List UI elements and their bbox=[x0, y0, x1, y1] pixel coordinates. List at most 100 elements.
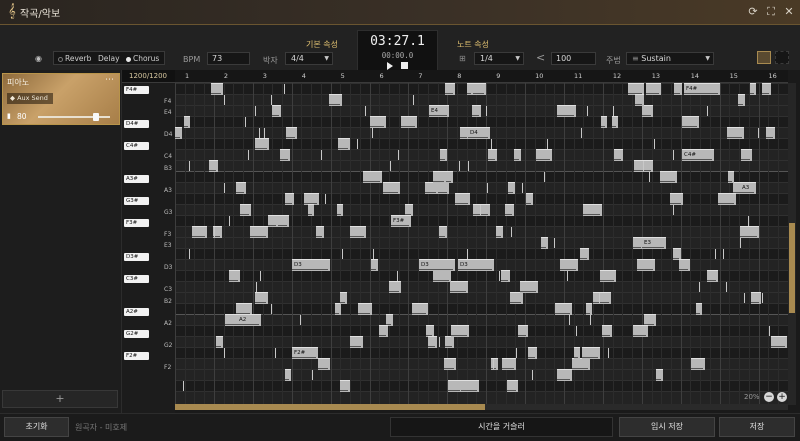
note-tick[interactable] bbox=[544, 172, 545, 182]
note-block[interactable] bbox=[216, 336, 223, 348]
note-tick[interactable] bbox=[547, 139, 548, 149]
note-tick[interactable] bbox=[224, 183, 225, 193]
black-key[interactable]: G3# bbox=[124, 197, 149, 205]
note-block[interactable]: A3 bbox=[740, 182, 756, 194]
note-block[interactable] bbox=[433, 270, 451, 282]
note-block[interactable] bbox=[455, 193, 470, 205]
vertical-scroll-thumb[interactable] bbox=[789, 223, 795, 313]
note-block[interactable] bbox=[412, 303, 428, 315]
black-key[interactable]: D3# bbox=[124, 252, 149, 261]
note-tick[interactable] bbox=[259, 128, 260, 138]
note-tick[interactable] bbox=[726, 282, 727, 292]
temp-save-button[interactable]: 임시 저장 bbox=[619, 417, 715, 437]
note-block[interactable] bbox=[691, 358, 705, 370]
note-block[interactable] bbox=[401, 116, 417, 128]
note-block[interactable]: D3 bbox=[292, 259, 330, 271]
note-block[interactable] bbox=[350, 226, 366, 238]
note-tick[interactable] bbox=[271, 95, 272, 105]
note-tick[interactable] bbox=[397, 271, 398, 281]
note-block[interactable] bbox=[520, 281, 538, 293]
note-tick[interactable] bbox=[699, 282, 700, 292]
play-icon[interactable] bbox=[387, 62, 393, 70]
note-block[interactable] bbox=[461, 380, 479, 392]
note-tick[interactable] bbox=[229, 216, 230, 226]
eye-icon[interactable]: ◉ bbox=[35, 54, 42, 63]
horizontal-scroll-thumb[interactable] bbox=[175, 404, 485, 410]
note-tick[interactable] bbox=[516, 348, 517, 358]
note-block[interactable] bbox=[278, 215, 289, 227]
note-tick[interactable] bbox=[487, 183, 488, 193]
pointer-tool-icon[interactable] bbox=[757, 51, 771, 64]
note-block[interactable] bbox=[738, 94, 745, 106]
note-block[interactable] bbox=[510, 292, 523, 304]
note-block[interactable] bbox=[560, 259, 578, 271]
note-block[interactable] bbox=[439, 226, 447, 238]
note-block[interactable] bbox=[635, 94, 644, 106]
note-block[interactable] bbox=[363, 171, 382, 183]
note-tick[interactable] bbox=[255, 106, 256, 116]
note-block[interactable] bbox=[444, 358, 456, 370]
note-tick[interactable] bbox=[189, 161, 190, 171]
note-tick[interactable] bbox=[357, 139, 358, 149]
note-block[interactable] bbox=[728, 171, 734, 183]
note-block[interactable] bbox=[371, 259, 378, 271]
note-tick[interactable] bbox=[439, 337, 440, 347]
note-tick[interactable] bbox=[762, 293, 763, 303]
reset-button[interactable]: 초기화 bbox=[4, 417, 69, 437]
note-tick[interactable] bbox=[554, 238, 555, 248]
stop-icon[interactable] bbox=[401, 62, 408, 69]
note-block[interactable] bbox=[557, 105, 576, 117]
note-block[interactable] bbox=[272, 105, 281, 117]
note-block[interactable] bbox=[338, 138, 350, 150]
note-block[interactable] bbox=[329, 94, 342, 106]
note-block[interactable]: D3 bbox=[458, 259, 494, 271]
note-block[interactable] bbox=[727, 127, 744, 139]
note-tick[interactable] bbox=[271, 304, 272, 314]
note-tick[interactable] bbox=[740, 238, 741, 248]
note-tick[interactable] bbox=[390, 161, 391, 171]
note-tick[interactable] bbox=[284, 84, 285, 94]
piano-roll-grid[interactable]: F4# C4# E4 D4 A3 F3# E3 D3 D3 D3 A2 F2# bbox=[175, 83, 788, 405]
note-block[interactable]: F4# bbox=[684, 83, 720, 95]
note-tick[interactable] bbox=[373, 249, 374, 259]
note-block[interactable] bbox=[451, 325, 469, 337]
note-tick[interactable] bbox=[183, 381, 184, 391]
note-block[interactable] bbox=[358, 303, 372, 315]
note-block[interactable] bbox=[379, 325, 388, 337]
note-block[interactable] bbox=[473, 83, 486, 95]
note-tick[interactable] bbox=[189, 249, 190, 259]
black-key[interactable]: F3# bbox=[124, 219, 149, 227]
note-block[interactable] bbox=[583, 204, 602, 216]
note-tick[interactable] bbox=[707, 106, 708, 116]
note-block[interactable] bbox=[285, 369, 291, 381]
note-tick[interactable] bbox=[715, 249, 716, 259]
note-block[interactable] bbox=[642, 105, 653, 117]
note-block[interactable] bbox=[674, 83, 682, 95]
reverb-radio[interactable] bbox=[58, 56, 63, 62]
note-block[interactable] bbox=[501, 270, 510, 282]
note-tick[interactable] bbox=[522, 183, 523, 193]
note-tick[interactable] bbox=[459, 161, 460, 171]
note-block[interactable] bbox=[718, 193, 736, 205]
note-block[interactable] bbox=[433, 171, 446, 183]
note-block[interactable] bbox=[285, 193, 294, 205]
note-tick[interactable] bbox=[673, 205, 674, 215]
note-block[interactable]: A2 bbox=[237, 314, 261, 326]
note-tick[interactable] bbox=[581, 128, 582, 138]
note-block[interactable]: D4 bbox=[468, 127, 490, 139]
note-block[interactable] bbox=[771, 336, 787, 348]
note-block[interactable] bbox=[741, 149, 752, 161]
note-block[interactable] bbox=[316, 226, 324, 238]
note-tick[interactable] bbox=[744, 293, 745, 303]
refresh-icon[interactable]: ⟳ bbox=[747, 6, 759, 18]
note-tick[interactable] bbox=[342, 249, 343, 259]
note-block[interactable] bbox=[762, 83, 771, 95]
note-tick[interactable] bbox=[245, 117, 246, 127]
note-block[interactable]: D3 bbox=[419, 259, 455, 271]
note-block[interactable] bbox=[502, 358, 516, 370]
note-tick[interactable] bbox=[300, 315, 301, 325]
note-block[interactable] bbox=[337, 204, 343, 216]
note-tick[interactable] bbox=[480, 205, 481, 215]
note-block[interactable] bbox=[646, 83, 661, 95]
note-block[interactable] bbox=[750, 83, 756, 95]
